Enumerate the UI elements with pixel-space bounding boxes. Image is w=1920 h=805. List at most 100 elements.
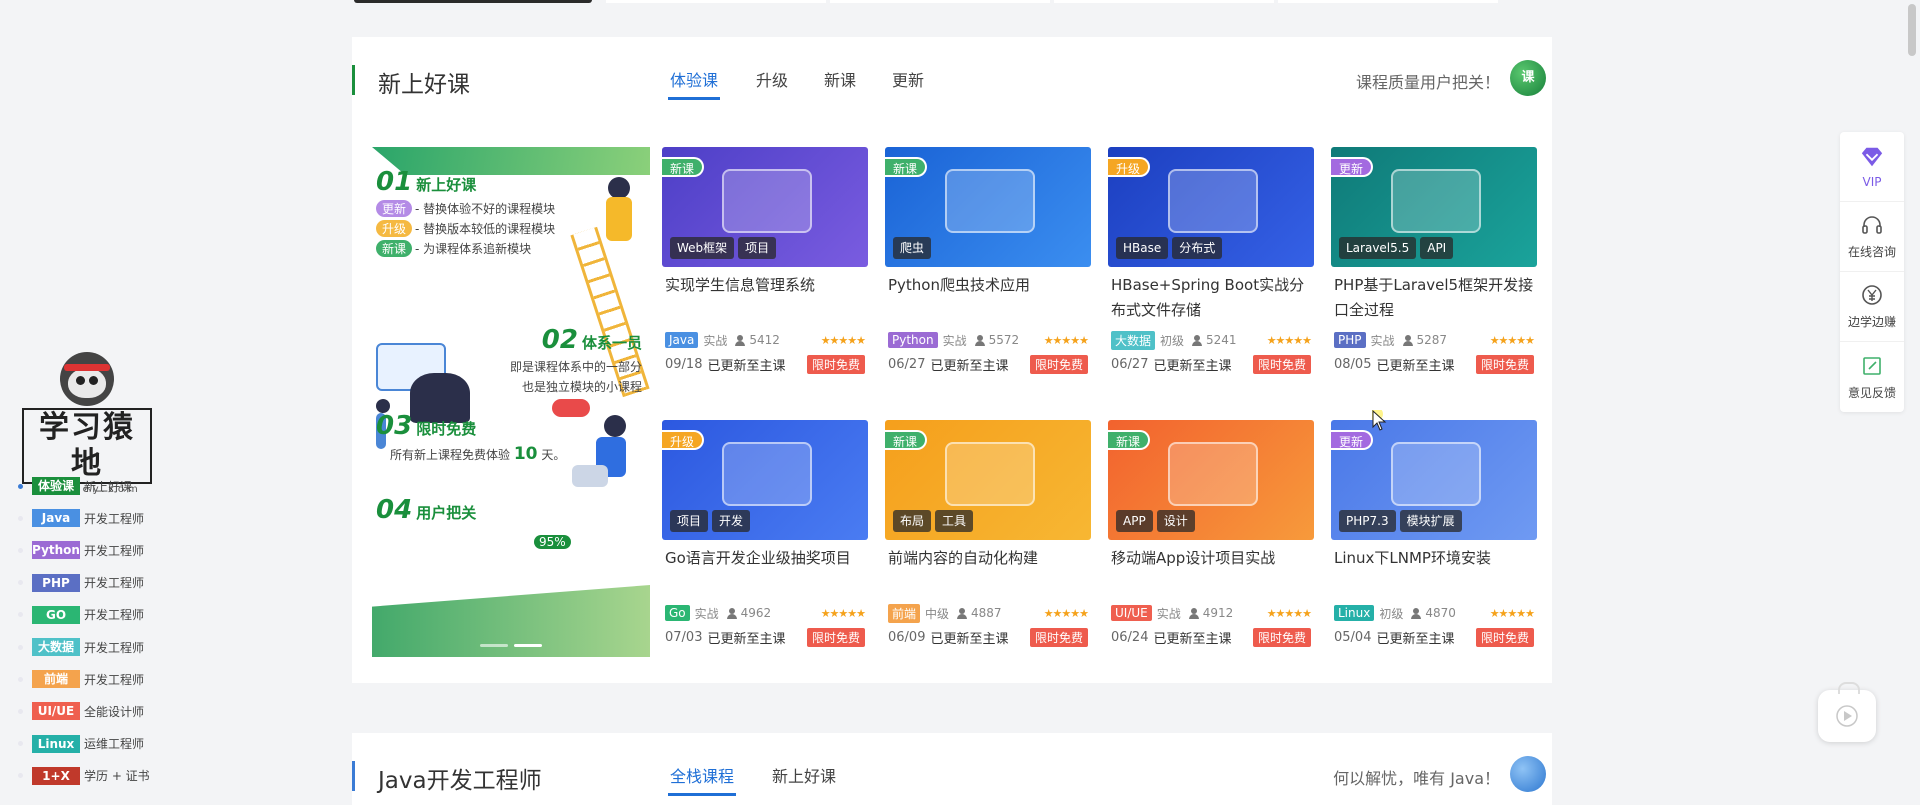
- thumbnail-chip: HBase: [1116, 237, 1169, 259]
- category-nav-item[interactable]: 大数据 开发工程师: [18, 631, 158, 663]
- thumbnail-illustration: [1168, 169, 1258, 233]
- mouse-cursor-icon: [1372, 410, 1387, 431]
- student-count: 5241: [1206, 333, 1237, 347]
- scrollbar-thumb[interactable]: [1908, 4, 1916, 56]
- previous-section-edge: [352, 0, 1552, 4]
- user-icon: [1188, 607, 1199, 619]
- thumbnail-chips: Web框架 项目: [670, 237, 777, 259]
- thumbnail-chip: 项目: [738, 237, 777, 259]
- course-thumbnail[interactable]: 新课 Web框架 项目: [662, 147, 868, 267]
- user-icon: [1402, 334, 1413, 346]
- course-thumbnail[interactable]: 新课 爬虫: [885, 147, 1091, 267]
- category-nav-item[interactable]: 1+X 学历 + 证书: [18, 760, 158, 792]
- promo-item-2: 02 体系一员 即是课程体系中的一部分 也是独立模块的小课程: [509, 325, 642, 394]
- category-label: 开发工程师: [84, 608, 145, 623]
- course-status-tag: 新课: [1108, 430, 1151, 450]
- category-badge: 前端: [32, 670, 80, 689]
- student-count: 4912: [1202, 606, 1234, 620]
- course-card[interactable]: 升级 项目 开发 Go语言开发企业级抽奖项目 Go 实战 4962 ★★★★★ 07/03 已更新…: [662, 420, 868, 648]
- section-title: Java开发工程师: [378, 768, 542, 794]
- category-nav-item[interactable]: UI/UE 全能设计师: [18, 695, 158, 727]
- category-nav-item[interactable]: 体验课 新上好课: [18, 470, 158, 502]
- toolbar-feedback[interactable]: 意见反馈: [1840, 342, 1904, 412]
- new-courses-section: 新上好课 体验课 升级 新课 更新 课程质量用户把关！ 课 01 新上好课 更新 - 替换…: [352, 37, 1552, 683]
- course-card[interactable]: 新课 Web框架 项目 实现学生信息管理系统 Java 实战 5412 ★★★★★ 09/18 已…: [662, 147, 868, 375]
- category-nav-item[interactable]: Linux 运维工程师: [18, 728, 158, 760]
- course-card[interactable]: 升级 HBase 分布式 HBase+Spring Boot实战分布式文件存储 大数据初…: [1108, 147, 1314, 375]
- section-tabs: 体验课 升级 新课 更新: [668, 67, 960, 100]
- course-card[interactable]: 更新 Laravel5.5 API PHP基于Laravel5框架开发接口全过程 PHP…: [1331, 147, 1537, 375]
- free-badge: 限时免费: [1029, 627, 1088, 647]
- course-thumbnail[interactable]: 升级 HBase 分布式: [1108, 147, 1314, 267]
- course-update-row: 05/04 已更新至主课 限时免费: [1331, 626, 1537, 648]
- course-title[interactable]: 前端内容的自动化构建: [885, 546, 1091, 598]
- section-tab[interactable]: 新上好课: [772, 763, 836, 796]
- user-icon: [735, 334, 746, 346]
- section-tab[interactable]: 升级: [756, 67, 788, 100]
- course-card[interactable]: 新课 布局 工具 前端内容的自动化构建 前端 中级 4887 ★★★★★ 06/09 已更新至主课…: [885, 420, 1091, 648]
- toolbar-vip-diamond[interactable]: VIP: [1840, 132, 1904, 202]
- toolbar-headset[interactable]: 在线咨询: [1840, 202, 1904, 272]
- category-nav-item[interactable]: Python 开发工程师: [18, 534, 158, 566]
- section-tab[interactable]: 全栈课程: [668, 763, 737, 796]
- course-thumbnail[interactable]: 升级 项目 开发: [662, 420, 868, 540]
- section-tab[interactable]: 更新: [892, 67, 924, 100]
- course-badge-icon: 课: [1510, 60, 1546, 96]
- update-status: 已更新至主课: [930, 631, 1009, 647]
- course-title[interactable]: Python爬虫技术应用: [885, 273, 1091, 325]
- course-title[interactable]: 移动端App设计项目实战: [1108, 546, 1314, 598]
- page-scrollbar[interactable]: [1906, 0, 1918, 805]
- language-badge: Go: [665, 605, 690, 621]
- category-badge: 体验课: [32, 477, 80, 496]
- course-title[interactable]: Go语言开发企业级抽奖项目: [662, 546, 868, 598]
- category-nav-item[interactable]: 前端 开发工程师: [18, 663, 158, 695]
- category-badge: 大数据: [32, 638, 80, 657]
- language-badge: UI/UE: [1111, 605, 1152, 621]
- category-nav-item[interactable]: GO 开发工程师: [18, 599, 158, 631]
- update-date: 08/05: [1334, 356, 1372, 372]
- course-thumbnail[interactable]: 新课 APP 设计: [1108, 420, 1314, 540]
- toolbar-coin[interactable]: 边学边赚: [1840, 272, 1904, 342]
- student-count: 5412: [749, 333, 780, 347]
- section-tab[interactable]: 新课: [824, 67, 856, 100]
- course-title[interactable]: PHP基于Laravel5框架开发接口全过程: [1331, 273, 1537, 325]
- category-nav: 体验课 新上好课 Java 开发工程师 Python 开发工程师 PHP 开发工程师 GO 开发工…: [18, 470, 158, 792]
- language-badge: Java: [665, 332, 699, 348]
- course-level: 实战: [1370, 333, 1395, 348]
- carousel-indicators[interactable]: [480, 644, 542, 647]
- thumbnail-illustration: [1391, 442, 1481, 506]
- course-thumbnail[interactable]: 新课 布局 工具: [885, 420, 1091, 540]
- course-card[interactable]: 新课 APP 设计 移动端App设计项目实战 UI/UE 实战 4912 ★★★★★ 06/24…: [1108, 420, 1314, 648]
- thumbnail-chip: 工具: [935, 510, 974, 532]
- update-status: 已更新至主课: [1153, 358, 1232, 374]
- category-nav-item[interactable]: Java 开发工程师: [18, 502, 158, 534]
- promo-banner[interactable]: 01 新上好课 更新 - 替换体验不好的课程模块 升级 - 替换版本较低的课程模块 新…: [372, 147, 650, 657]
- course-meta: Java 实战 5412 ★★★★★: [662, 330, 868, 350]
- course-card[interactable]: 新课 爬虫 Python爬虫技术应用 Python 实战 5572 ★★★★★ 06/27 已更…: [885, 147, 1091, 375]
- language-badge: 大数据: [1111, 330, 1156, 350]
- nav-dot: [18, 547, 23, 553]
- category-badge: 1+X: [32, 766, 80, 785]
- course-update-row: 06/09 已更新至主课 限时免费: [885, 626, 1091, 648]
- course-meta: Python 实战 5572 ★★★★★: [885, 330, 1091, 350]
- thumbnail-chips: HBase 分布式: [1116, 237, 1223, 259]
- nav-dot: [18, 580, 23, 586]
- course-status-tag: 升级: [662, 430, 705, 450]
- category-nav-item[interactable]: PHP 开发工程师: [18, 567, 158, 599]
- category-label: 开发工程师: [84, 640, 145, 655]
- thumbnail-chips: Laravel5.5 API: [1339, 237, 1454, 259]
- course-thumbnail[interactable]: 更新 Laravel5.5 API: [1331, 147, 1537, 267]
- course-thumbnail[interactable]: 更新 PHP7.3 模块扩展: [1331, 420, 1537, 540]
- course-title[interactable]: Linux下LNMP环境安装: [1331, 546, 1537, 598]
- update-date: 05/04: [1334, 629, 1372, 645]
- thumbnail-illustration: [722, 169, 812, 233]
- course-title[interactable]: 实现学生信息管理系统: [662, 273, 868, 325]
- section-tab[interactable]: 体验课: [668, 67, 721, 100]
- section-tabs: 全栈课程 新上好课: [668, 763, 872, 796]
- update-status: 已更新至主课: [1376, 631, 1455, 647]
- course-title[interactable]: HBase+Spring Boot实战分布式文件存储: [1108, 273, 1314, 325]
- update-date: 07/03: [665, 629, 703, 645]
- category-badge: Python: [32, 541, 80, 560]
- video-play-button[interactable]: [1818, 682, 1876, 742]
- course-card[interactable]: 更新 PHP7.3 模块扩展 Linux下LNMP环境安装 Linux 初级 4870 ★★★…: [1331, 420, 1537, 648]
